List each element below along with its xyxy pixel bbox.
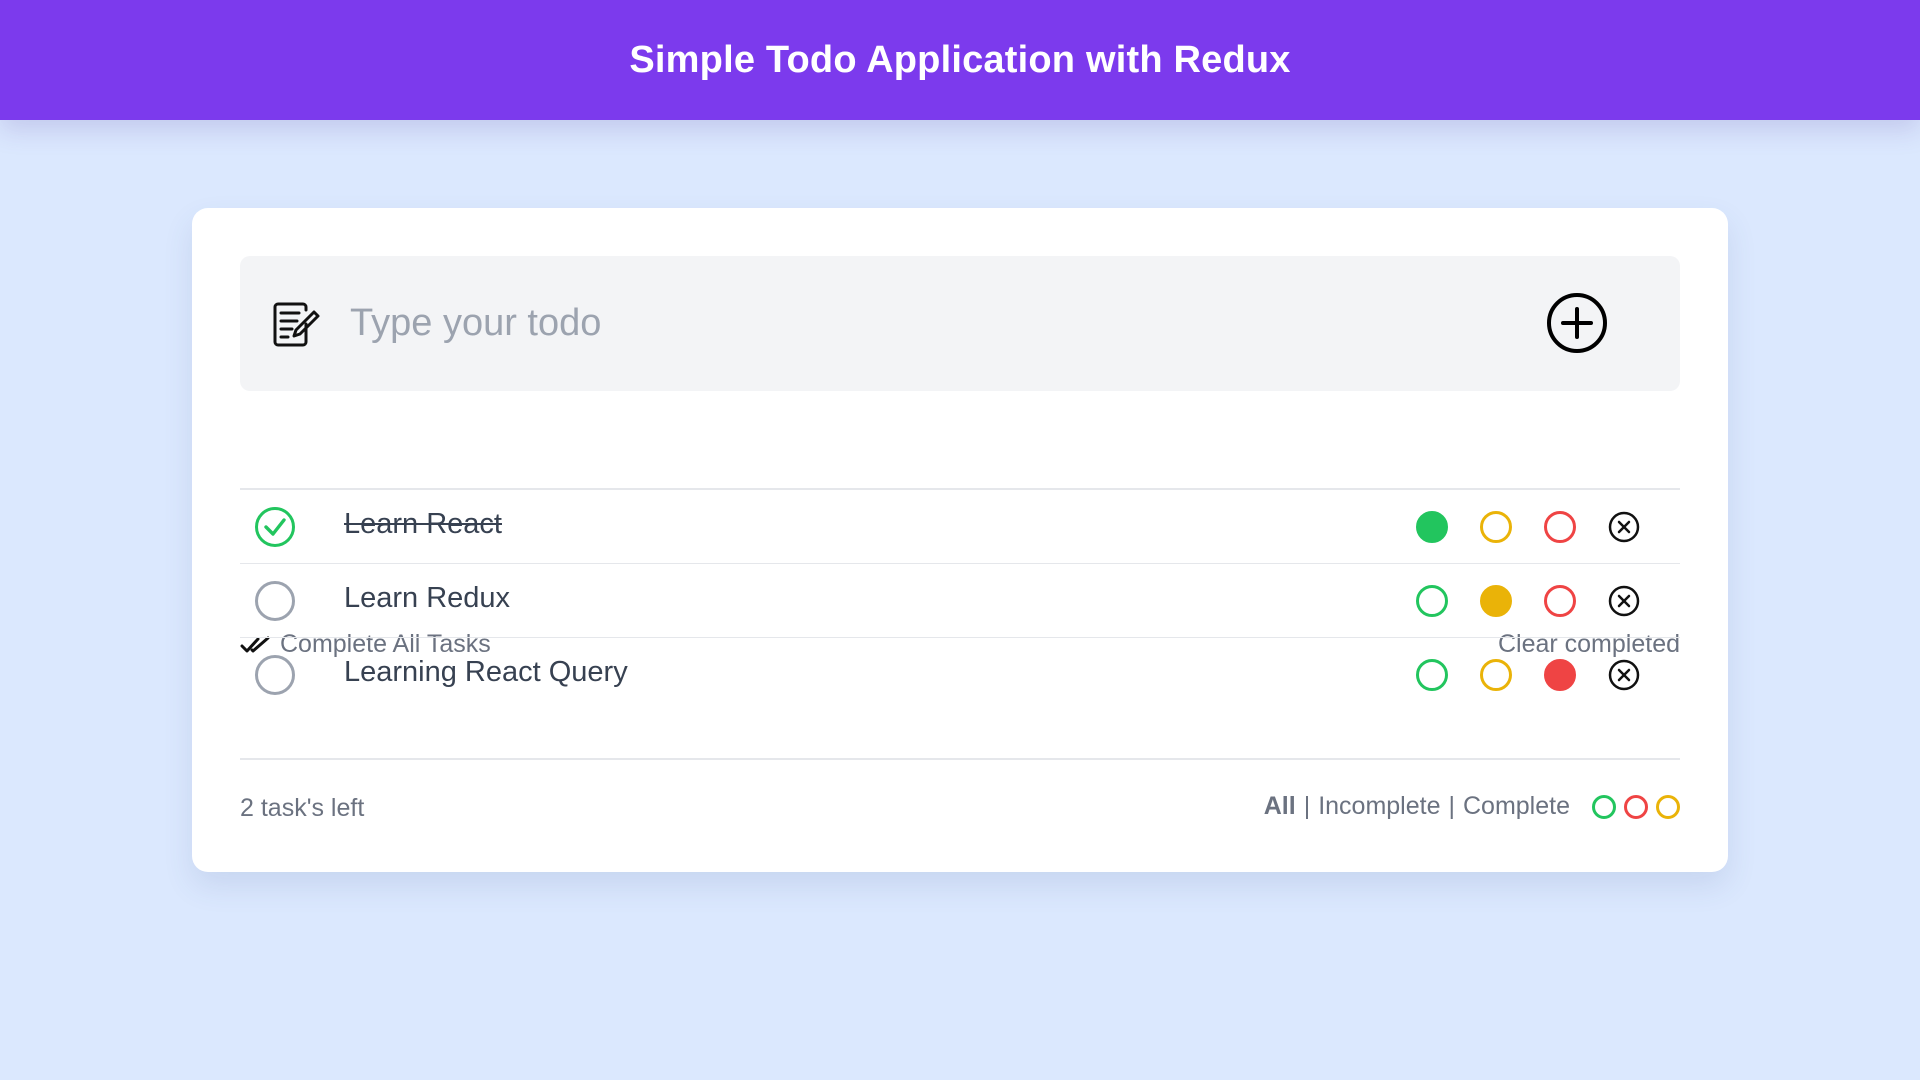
app-title: Simple Todo Application with Redux xyxy=(629,38,1291,81)
close-circle-icon[interactable] xyxy=(1608,585,1640,617)
priority-red-button[interactable] xyxy=(1544,659,1576,691)
todo-checkbox[interactable] xyxy=(255,507,295,547)
app-header: Simple Todo Application with Redux xyxy=(0,0,1920,120)
color-filter-yellow[interactable] xyxy=(1656,794,1680,819)
priority-yellow-button[interactable] xyxy=(1480,585,1512,617)
filter-separator: | xyxy=(1303,792,1311,820)
note-edit-icon xyxy=(273,302,320,347)
filter-all[interactable]: All xyxy=(1264,792,1296,821)
close-circle-icon[interactable] xyxy=(1608,511,1640,543)
color-filter-red[interactable] xyxy=(1624,794,1648,819)
todo-checkbox[interactable] xyxy=(255,655,295,695)
todo-checkbox[interactable] xyxy=(255,581,295,621)
todo-input-row xyxy=(240,256,1680,391)
todo-row: Learn React xyxy=(240,490,1680,564)
tasks-left-count: 2 task's left xyxy=(240,794,365,822)
plus-circle-icon xyxy=(1547,293,1607,353)
filter-incomplete[interactable]: Incomplete xyxy=(1318,792,1440,821)
todo-card: Complete All Tasks Clear completed Learn… xyxy=(192,208,1728,872)
todo-list: Learn React Learn Redux Learning React Q… xyxy=(240,490,1680,712)
priority-green-button[interactable] xyxy=(1416,511,1448,543)
priority-green-button[interactable] xyxy=(1416,659,1448,691)
priority-yellow-button[interactable] xyxy=(1480,511,1512,543)
color-filters xyxy=(1592,794,1680,819)
check-icon xyxy=(264,518,286,536)
filter-complete[interactable]: Complete xyxy=(1463,792,1570,821)
priority-green-button[interactable] xyxy=(1416,585,1448,617)
todo-text: Learn Redux xyxy=(344,582,511,614)
priority-red-button[interactable] xyxy=(1544,585,1576,617)
priority-red-button[interactable] xyxy=(1544,511,1576,543)
add-todo-button[interactable] xyxy=(1546,292,1608,354)
todo-row: Learning React Query xyxy=(240,638,1680,712)
todo-text: Learning React Query xyxy=(344,656,628,688)
filter-bar: All | Incomplete | Complete xyxy=(1264,792,1680,821)
color-filter-green[interactable] xyxy=(1592,794,1616,819)
todo-row: Learn Redux xyxy=(240,564,1680,638)
filter-separator: | xyxy=(1448,792,1456,820)
priority-yellow-button[interactable] xyxy=(1480,659,1512,691)
close-circle-icon[interactable] xyxy=(1608,659,1640,691)
todo-text: Learn React xyxy=(344,508,502,540)
list-bottom-divider xyxy=(240,758,1680,760)
todo-input[interactable] xyxy=(350,286,1470,361)
